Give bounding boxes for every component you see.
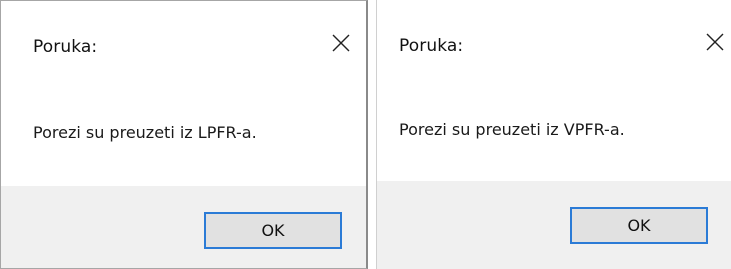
message-dialog-vpfr: Poruka: Porezi su preuzeti iz VPFR-a. OK: [376, 0, 731, 269]
dialog-title: Poruka:: [399, 36, 464, 56]
dialog-message: Porezi su preuzeti iz LPFR-a.: [33, 123, 257, 142]
dialog-message: Porezi su preuzeti iz VPFR-a.: [399, 120, 625, 139]
message-dialog-lpfr: Poruka: Porezi su preuzeti iz LPFR-a. OK: [0, 0, 368, 269]
dialog-footer: OK: [1, 186, 366, 268]
close-icon[interactable]: [702, 29, 728, 55]
ok-button[interactable]: OK: [204, 212, 342, 249]
dialog-footer: OK: [377, 181, 731, 269]
close-icon[interactable]: [328, 30, 354, 56]
dialog-title: Poruka:: [33, 37, 98, 57]
ok-button[interactable]: OK: [570, 207, 708, 244]
